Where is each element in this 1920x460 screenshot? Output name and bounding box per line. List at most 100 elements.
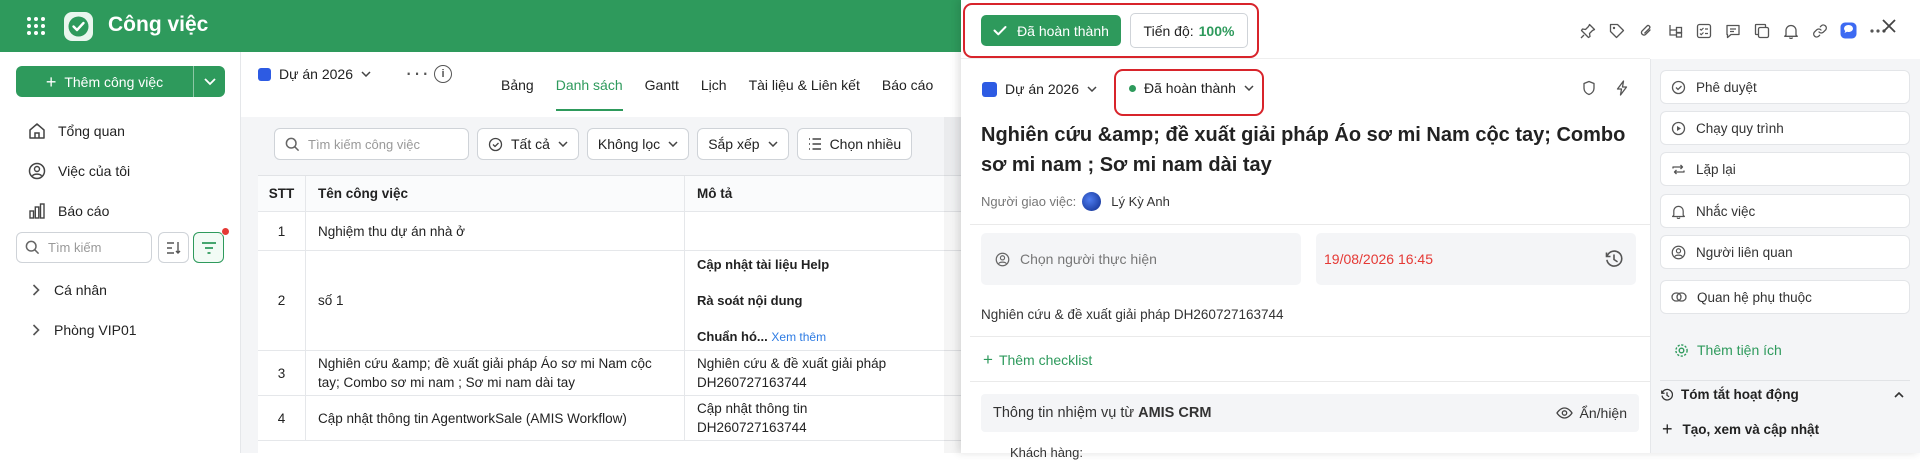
history-icon bbox=[1661, 388, 1674, 401]
repeat-icon bbox=[1672, 164, 1685, 174]
row-name: Cập nhật thông tin AgentworkSale (AMIS W… bbox=[306, 396, 685, 440]
activity-summary-label: Tóm tắt hoạt động bbox=[1681, 387, 1799, 402]
pin-icon[interactable] bbox=[1573, 16, 1602, 45]
user-circle-icon bbox=[1671, 245, 1686, 259]
due-date-field[interactable]: 19/08/2026 16:45 bbox=[1316, 233, 1636, 285]
tab-board[interactable]: Bảng bbox=[490, 52, 545, 117]
dependency-label: Quan hệ phụ thuộc bbox=[1697, 289, 1812, 305]
link-icon[interactable] bbox=[1805, 16, 1834, 45]
status-filter-dropdown[interactable]: Tất cả bbox=[477, 128, 579, 160]
lightning-icon[interactable] bbox=[1615, 80, 1629, 96]
close-icon[interactable] bbox=[1881, 18, 1897, 34]
tab-gantt[interactable]: Gantt bbox=[634, 52, 690, 117]
run-workflow-button[interactable]: Chạy quy trình bbox=[1660, 111, 1910, 145]
table-row[interactable]: 3 Nghiên cứu &amp; đề xuất giải pháp Áo … bbox=[258, 351, 961, 396]
search-icon bbox=[285, 137, 300, 151]
sidebar-filter-button[interactable] bbox=[193, 232, 224, 263]
see-more-link[interactable]: Xem thêm bbox=[771, 330, 826, 344]
add-utility-button[interactable]: Thêm tiện ích bbox=[1674, 342, 1782, 358]
table-row[interactable]: 4 Cập nhật thông tin AgentworkSale (AMIS… bbox=[258, 396, 961, 441]
multi-select-button[interactable]: Chọn nhiều bbox=[796, 128, 913, 160]
paperclip-icon[interactable] bbox=[1631, 16, 1660, 45]
copy-icon[interactable] bbox=[1747, 16, 1776, 45]
nav-overview-label: Tổng quan bbox=[58, 123, 125, 139]
column-header-stt[interactable]: STT bbox=[258, 176, 306, 212]
apps-grid-icon[interactable] bbox=[26, 16, 46, 36]
approve-button[interactable]: Phê duyệt bbox=[1660, 70, 1910, 104]
tab-calendar[interactable]: Lịch bbox=[690, 52, 738, 117]
panel-project-selector[interactable]: Dự án 2026 bbox=[982, 81, 1097, 97]
add-task-main[interactable]: + Thêm công việc bbox=[16, 73, 193, 91]
nav-reports[interactable]: Báo cáo bbox=[28, 200, 109, 222]
sort-dropdown[interactable]: Sắp xếp bbox=[697, 128, 789, 160]
checklist-icon[interactable] bbox=[1689, 16, 1718, 45]
task-title[interactable]: Nghiên cứu &amp; đề xuất giải pháp Áo sơ… bbox=[981, 120, 1641, 180]
run-workflow-label: Chạy quy trình bbox=[1696, 120, 1784, 136]
nav-my-tasks-label: Việc của tôi bbox=[58, 163, 131, 179]
tab-reports[interactable]: Báo cáo bbox=[871, 52, 944, 117]
tab-documents[interactable]: Tài liệu & Liên kết bbox=[738, 52, 871, 117]
history-clock-icon[interactable] bbox=[1604, 249, 1624, 269]
filter-dropdown[interactable]: Không lọc bbox=[586, 128, 690, 160]
tree-item-vip01[interactable]: Phòng VIP01 bbox=[32, 322, 137, 338]
play-circle-icon bbox=[1671, 121, 1686, 135]
sidebar: + Thêm công việc Tổng quan Việc của tôi … bbox=[0, 52, 241, 453]
check-circle-icon bbox=[488, 137, 503, 151]
search-icon bbox=[25, 240, 40, 255]
crm-info-section: Thông tin nhiệm vụ từ AMIS CRM Ẩn/hiện bbox=[981, 394, 1639, 432]
comment-icon[interactable] bbox=[1718, 16, 1747, 45]
project-selector[interactable]: Dự án 2026 bbox=[258, 66, 371, 82]
create-view-update-button[interactable]: + Tạo, xem và cập nhật bbox=[1662, 420, 1819, 438]
desc-line-with-more: Chuẩn hó... Xem thêm bbox=[697, 327, 826, 347]
task-description[interactable]: Nghiên cứu & đề xuất giải pháp DH2607271… bbox=[981, 307, 1284, 322]
row-stt: 1 bbox=[258, 212, 306, 250]
task-search-input[interactable]: Tìm kiếm công việc bbox=[274, 128, 469, 160]
add-checklist-button[interactable]: + Thêm checklist bbox=[983, 351, 1092, 368]
column-header-name[interactable]: Tên công việc bbox=[306, 176, 685, 212]
subtask-icon[interactable] bbox=[1660, 16, 1689, 45]
assignee-picker[interactable]: Chọn người thực hiện bbox=[981, 233, 1301, 285]
chevron-down-icon bbox=[558, 141, 568, 147]
table-row[interactable]: 2 số 1 Cập nhật tài liệu Help Rà soát nộ… bbox=[258, 251, 961, 351]
nav-my-tasks[interactable]: Việc của tôi bbox=[28, 160, 130, 182]
user-circle-icon bbox=[995, 252, 1010, 266]
filter-active-badge bbox=[221, 227, 230, 236]
assigner-name[interactable]: Lý Kỳ Anh bbox=[1111, 194, 1170, 209]
reminder-button[interactable]: Nhắc việc bbox=[1660, 194, 1910, 228]
chevron-up-icon[interactable] bbox=[1894, 391, 1904, 398]
row-stt: 4 bbox=[258, 396, 306, 440]
project-color-icon bbox=[982, 81, 997, 97]
sidebar-search-placeholder: Tìm kiếm bbox=[48, 240, 102, 255]
sidebar-search-input[interactable]: Tìm kiếm bbox=[16, 232, 152, 263]
sort-list-button[interactable] bbox=[158, 232, 189, 263]
add-checklist-label: Thêm checklist bbox=[998, 351, 1093, 368]
nav-overview[interactable]: Tổng quan bbox=[28, 120, 125, 142]
plus-icon: + bbox=[983, 350, 993, 369]
related-people-button[interactable]: Người liên quan bbox=[1660, 235, 1910, 269]
tag-icon[interactable] bbox=[1602, 16, 1631, 45]
toggle-label: Ẩn/hiện bbox=[1579, 405, 1627, 421]
chevron-right-icon bbox=[32, 284, 40, 296]
add-task-dropdown[interactable] bbox=[193, 66, 225, 97]
more-options-icon[interactable]: ··· bbox=[405, 60, 430, 86]
add-task-button[interactable]: + Thêm công việc bbox=[16, 66, 225, 97]
tab-list[interactable]: Danh sách bbox=[545, 52, 634, 117]
toggle-visibility-button[interactable]: Ẩn/hiện bbox=[1555, 405, 1627, 421]
divider bbox=[970, 381, 1650, 382]
info-icon[interactable]: i bbox=[434, 65, 452, 83]
tree-item-personal[interactable]: Cá nhân bbox=[32, 282, 107, 298]
chevron-down-icon bbox=[203, 77, 216, 85]
dependency-button[interactable]: Quan hệ phụ thuộc bbox=[1660, 280, 1910, 314]
list-icon bbox=[808, 138, 821, 150]
activity-summary-header[interactable]: Tóm tắt hoạt động bbox=[1660, 387, 1910, 402]
repeat-button[interactable]: Lặp lại bbox=[1660, 152, 1910, 186]
shield-icon[interactable] bbox=[1582, 80, 1596, 96]
row-desc: Cập nhật thông tin DH260727163744 bbox=[697, 401, 808, 435]
link-icon bbox=[1671, 292, 1687, 302]
row-name: Nghiệm thu dự án nhà ở bbox=[306, 212, 685, 250]
column-header-desc[interactable]: Mô tả bbox=[685, 176, 961, 212]
chat-app-icon[interactable] bbox=[1834, 16, 1863, 45]
row-desc bbox=[685, 212, 961, 250]
table-row[interactable]: 1 Nghiệm thu dự án nhà ở bbox=[258, 212, 961, 251]
bell-icon[interactable] bbox=[1776, 16, 1805, 45]
